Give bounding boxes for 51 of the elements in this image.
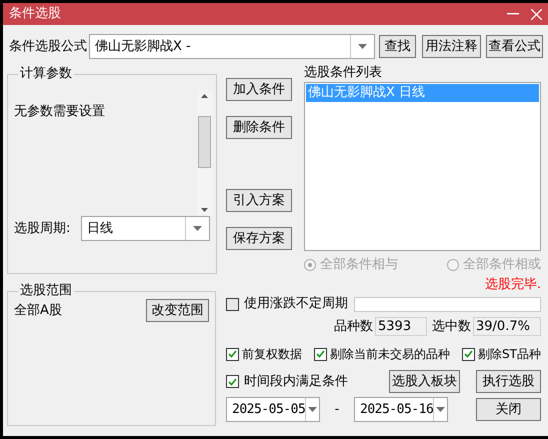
- add-to-block-button[interactable]: 选股入板块: [389, 370, 460, 393]
- start-date-dropdown[interactable]: 2025-05-05: [226, 397, 320, 422]
- caret-icon: [436, 407, 446, 412]
- formula-label: 条件选股公式: [9, 38, 88, 54]
- date-separator: -: [334, 402, 340, 418]
- scope-value: 全部A股: [14, 302, 62, 318]
- checkbox-label: 使用涨跌不定周期: [244, 296, 348, 312]
- period-dropdown[interactable]: 日线: [81, 216, 210, 241]
- stat-value: 5393: [375, 317, 427, 336]
- formula-dropdown[interactable]: 佛山无影脚战X -: [89, 34, 375, 59]
- no-params-message: 无参数需要设置: [14, 103, 106, 121]
- run-selection-button[interactable]: 执行选股: [476, 370, 541, 393]
- params-group-title: 计算参数: [19, 66, 73, 82]
- caret-icon: [358, 44, 367, 49]
- stat-value: 39/0.7%: [473, 317, 541, 336]
- checkbox-label: 剔除当前未交易的品种: [330, 346, 450, 362]
- scroll-down-icon[interactable]: [201, 208, 208, 212]
- checkbox-label: 时间段内满足条件: [244, 374, 348, 390]
- end-date-dropdown[interactable]: 2025-05-16: [354, 397, 448, 422]
- checkbox-label: 剔除ST品种: [478, 346, 541, 362]
- minimize-icon[interactable]: [507, 13, 519, 15]
- find-button[interactable]: 查找: [379, 35, 416, 58]
- stat-label: 品种数: [334, 318, 373, 334]
- checkbox[interactable]: [226, 375, 239, 388]
- import-plan-button[interactable]: 引入方案: [226, 189, 292, 212]
- scope-group-title: 选股范围: [19, 283, 73, 299]
- stat-label: 选中数: [432, 318, 471, 334]
- caret-icon: [193, 226, 202, 231]
- checkbox[interactable]: [226, 348, 239, 360]
- checkbox[interactable]: [314, 348, 328, 360]
- scrollbar[interactable]: [197, 90, 212, 216]
- period-input[interactable]: [354, 296, 541, 312]
- add-condition-button[interactable]: 加入条件: [226, 78, 292, 101]
- close-button[interactable]: 关闭: [476, 398, 541, 421]
- close-icon[interactable]: [531, 8, 542, 20]
- checkbox[interactable]: [462, 348, 476, 360]
- radio-label: 全部条件相或: [463, 257, 541, 273]
- checkbox[interactable]: [226, 298, 239, 310]
- scroll-up-icon[interactable]: [201, 94, 208, 98]
- window-title: 条件选股: [9, 6, 62, 22]
- save-plan-button[interactable]: 保存方案: [226, 227, 292, 250]
- delete-condition-button[interactable]: 删除条件: [226, 116, 292, 139]
- caret-icon: [308, 407, 318, 412]
- checkbox-label: 前复权数据: [242, 346, 302, 362]
- change-scope-button[interactable]: 改变范围: [146, 299, 209, 322]
- condition-list-title: 选股条件列表: [304, 65, 383, 80]
- status-message: 选股完毕.: [484, 277, 541, 293]
- radio-label: 全部条件相与: [320, 257, 398, 273]
- usage-notes-button[interactable]: 用法注释: [422, 35, 481, 58]
- period-label: 选股周期:: [14, 220, 72, 236]
- view-formula-button[interactable]: 查看公式: [486, 35, 543, 58]
